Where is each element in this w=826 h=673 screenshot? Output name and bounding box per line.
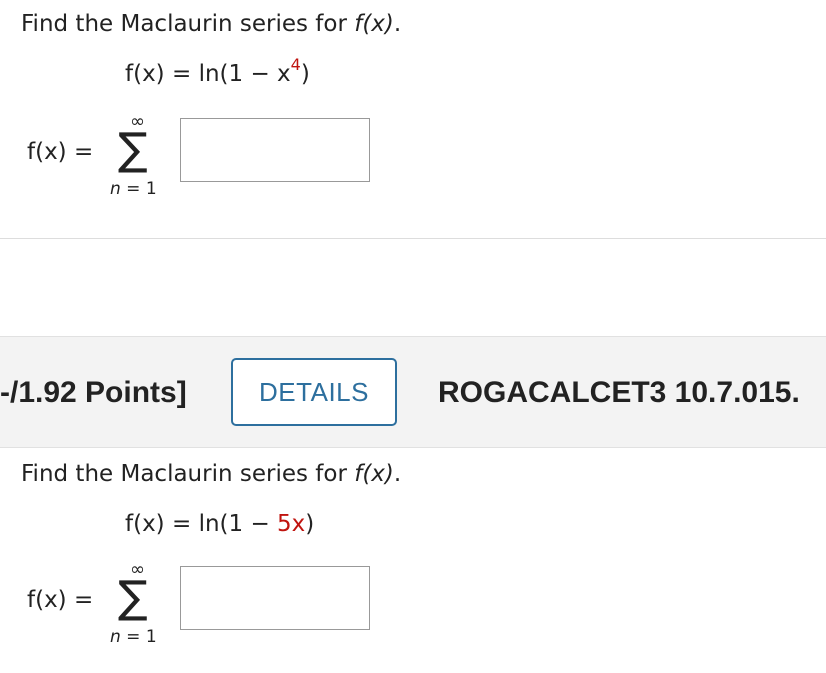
problem1-lower-limit: n = 1 (110, 179, 157, 199)
problem2-prompt: Find the Maclaurin series for f(x). (21, 461, 402, 487)
problem2-function-highlight: 5x (277, 511, 306, 537)
problem1-answer-input[interactable] (180, 118, 370, 182)
problem-id: ROGACALCET3 10.7.015. (438, 376, 800, 409)
problem1-prompt: Find the Maclaurin series for f(x). (21, 11, 402, 37)
problem2-answer-input[interactable] (180, 566, 370, 630)
problem1-function-exponent: 4 (290, 55, 301, 75)
section-divider (0, 238, 826, 239)
points-label: -/1.92 Points] (0, 376, 187, 409)
problem2-series-lhs: f(x) = (27, 587, 94, 613)
problem1-function-lhs: f(x) (125, 61, 165, 87)
problem1-function: f(x) = ln(1 − x4) (125, 55, 310, 87)
problem2-prompt-fx: f(x) (354, 461, 394, 487)
problem1-sigma-icon: ∑ (118, 124, 148, 175)
problem2-sigma-icon: ∑ (118, 572, 148, 623)
details-button[interactable]: DETAILS (231, 358, 397, 426)
problem2-lower-limit: n = 1 (110, 627, 157, 647)
problem1-series-lhs: f(x) = (27, 139, 94, 165)
problem2-function: f(x) = ln(1 − 5x) (125, 511, 315, 537)
problem1-prompt-fx: f(x) (354, 11, 394, 37)
problem2-function-lhs: f(x) (125, 511, 165, 537)
